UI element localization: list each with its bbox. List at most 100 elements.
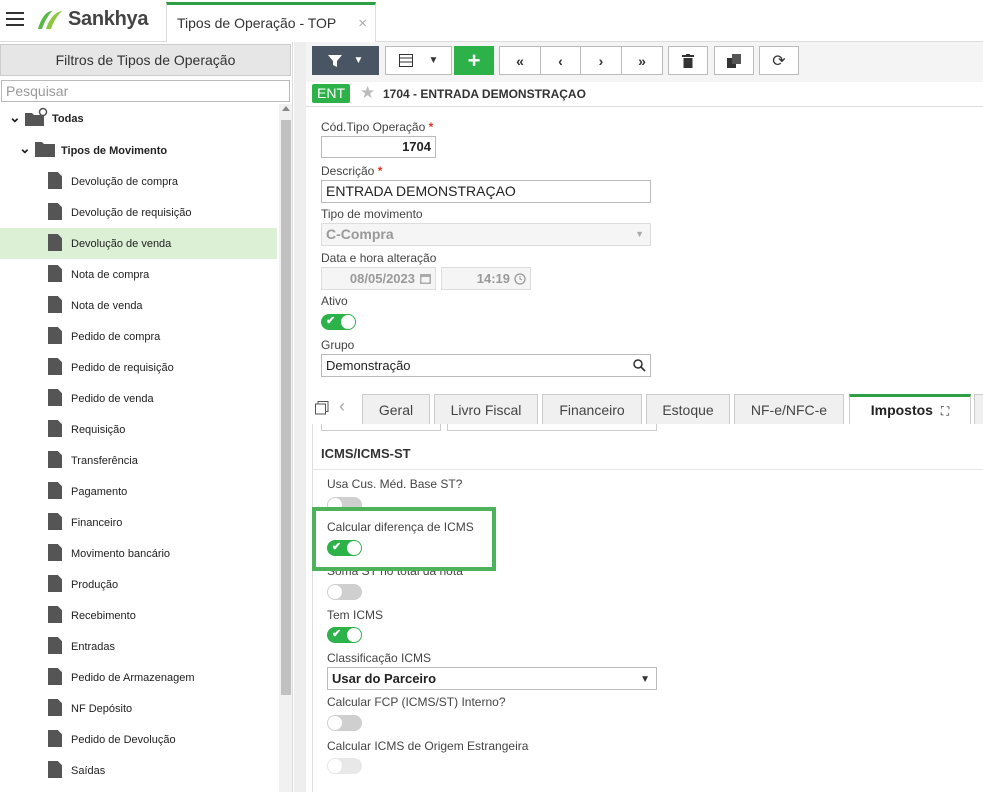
tab-estoque[interactable]: Estoque bbox=[646, 394, 730, 424]
filter-panel: Filtros de Tipos de Operação ⌄ Todas ⌄ T… bbox=[0, 42, 293, 792]
tree-item[interactable]: Movimento bancário bbox=[0, 538, 277, 569]
double-chevron-right-icon: » bbox=[638, 52, 646, 69]
tab-next-partial[interactable] bbox=[974, 394, 983, 424]
tree-item[interactable]: Pedido de requisição bbox=[0, 352, 277, 383]
panel-splitter[interactable] bbox=[294, 42, 306, 792]
calcular-dif-toggle[interactable]: ✔ bbox=[327, 540, 362, 556]
clipped-field bbox=[321, 424, 441, 431]
tree-node-tipos-movimento[interactable]: ⌄ Tipos de Movimento bbox=[0, 135, 277, 166]
previous-record-button[interactable]: ‹ bbox=[540, 46, 581, 75]
document-icon bbox=[48, 761, 62, 778]
tree-item-label: Requisição bbox=[71, 424, 126, 436]
tree-item[interactable]: Pedido de Devolução bbox=[0, 724, 277, 755]
tree-item-label: Pedido de compra bbox=[71, 331, 161, 343]
copy-icon bbox=[727, 53, 741, 68]
close-icon[interactable]: × bbox=[358, 15, 367, 32]
grupo-input[interactable]: Demonstração bbox=[321, 354, 651, 377]
brand-name: Sankhya bbox=[68, 8, 149, 30]
tab-impostos[interactable]: Impostos ⛶ bbox=[849, 394, 971, 424]
desc-label-text: Descrição bbox=[321, 164, 375, 178]
classificacao-select[interactable]: Usar do Parceiro ▼ bbox=[327, 667, 657, 690]
tab-nfe-nfce[interactable]: NF-e/NFC-e bbox=[734, 394, 844, 424]
expand-icon[interactable]: ⛶ bbox=[941, 404, 949, 418]
search-icon[interactable] bbox=[633, 359, 646, 372]
tree-item[interactable]: NF Depósito bbox=[0, 693, 277, 724]
document-icon bbox=[48, 327, 62, 344]
tree-item[interactable]: Nota de venda bbox=[0, 290, 277, 321]
delete-button[interactable] bbox=[668, 46, 708, 75]
document-icon bbox=[48, 699, 62, 716]
tab-financeiro[interactable]: Financeiro bbox=[542, 394, 642, 424]
icms-origem-toggle[interactable] bbox=[327, 758, 362, 774]
tree-item[interactable]: Pedido de venda bbox=[0, 383, 277, 414]
last-record-button[interactable]: » bbox=[621, 46, 663, 75]
tree-item-label: Saídas bbox=[71, 765, 106, 777]
tree-item[interactable]: Devolução de compra bbox=[0, 166, 277, 197]
star-icon[interactable]: ★ bbox=[360, 83, 375, 103]
tab-tipos-operacao[interactable]: Tipos de Operação - TOP × bbox=[166, 2, 376, 42]
refresh-button[interactable]: ⟳ bbox=[759, 46, 799, 75]
soma-st-toggle[interactable] bbox=[327, 584, 362, 600]
caret-down-icon: ▼ bbox=[353, 55, 364, 66]
sankhya-logo-icon bbox=[38, 10, 62, 29]
tree-item[interactable]: Devolução de requisição bbox=[0, 197, 277, 228]
grupo-value: Demonstração bbox=[326, 358, 411, 373]
tab-livro-fiscal[interactable]: Livro Fiscal bbox=[434, 394, 538, 424]
chevron-down-icon[interactable]: ⌄ bbox=[9, 109, 21, 126]
tree-item[interactable]: Devolução de venda bbox=[0, 228, 277, 259]
search-input[interactable] bbox=[1, 80, 290, 102]
window-icon[interactable] bbox=[315, 401, 329, 415]
document-icon bbox=[48, 575, 62, 592]
tree-item[interactable]: Entradas bbox=[0, 631, 277, 662]
tree-item[interactable]: Pedido de Armazenagem bbox=[0, 662, 277, 693]
add-button[interactable]: + bbox=[454, 46, 494, 75]
duplicate-button[interactable] bbox=[714, 46, 754, 75]
tree-item[interactable]: Requisição bbox=[0, 414, 277, 445]
chevron-left-icon[interactable]: ‹ bbox=[339, 396, 345, 417]
tree-item-label: Pedido de requisição bbox=[71, 362, 174, 374]
time-input[interactable]: 14:19 bbox=[441, 267, 531, 290]
tree-item[interactable]: Saídas bbox=[0, 755, 277, 786]
tree-item[interactable]: Pedido de compra bbox=[0, 321, 277, 352]
first-record-button[interactable]: « bbox=[499, 46, 541, 75]
tree-item[interactable]: Pagamento bbox=[0, 476, 277, 507]
document-icon bbox=[48, 668, 62, 685]
document-icon bbox=[48, 606, 62, 623]
icms-origem-label: Calcular ICMS de Origem Estrangeira bbox=[327, 739, 529, 753]
ativo-toggle[interactable]: ✔ bbox=[321, 314, 356, 330]
tree-item[interactable]: Recebimento bbox=[0, 600, 277, 631]
grid-view-button[interactable]: ▼ bbox=[385, 46, 452, 75]
ativo-label: Ativo bbox=[321, 294, 348, 308]
detail-panel: ▼ ▼ + « ‹ › » ⟳ ENT ★ 1704 - ENTRADA DEM… bbox=[306, 42, 983, 792]
tree-item[interactable]: Nota de compra bbox=[0, 259, 277, 290]
tree-node-todas[interactable]: ⌄ Todas bbox=[0, 104, 277, 135]
tree-item-label: Devolução de venda bbox=[71, 238, 172, 250]
tree-label-todas: Todas bbox=[52, 113, 84, 125]
tab-title: Tipos de Operação - TOP bbox=[177, 15, 337, 31]
chevron-down-icon[interactable]: ⌄ bbox=[19, 140, 31, 157]
next-record-button[interactable]: › bbox=[580, 46, 622, 75]
tree-scrollbar-thumb[interactable] bbox=[281, 120, 291, 695]
plus-icon: + bbox=[467, 47, 481, 73]
tree-item-label: Pedido de Armazenagem bbox=[71, 672, 195, 684]
scroll-up-icon[interactable] bbox=[282, 106, 290, 111]
cod-input[interactable]: 1704 bbox=[321, 136, 436, 158]
tree-item[interactable]: Produção bbox=[0, 569, 277, 600]
desc-input[interactable]: ENTRADA DEMONSTRAÇAO bbox=[321, 180, 651, 203]
tab-geral[interactable]: Geral bbox=[362, 394, 430, 424]
tem-icms-toggle[interactable]: ✔ bbox=[327, 627, 362, 643]
folder-settings-icon bbox=[25, 107, 48, 126]
date-input[interactable]: 08/05/2023 bbox=[321, 267, 436, 290]
menu-icon[interactable] bbox=[6, 12, 24, 26]
check-icon: ✔ bbox=[326, 315, 336, 327]
double-chevron-left-icon: « bbox=[516, 52, 524, 69]
tipo-select[interactable]: C-Compra ▼ bbox=[321, 223, 651, 246]
tree-item-label: Pedido de venda bbox=[71, 393, 154, 405]
fcp-toggle[interactable] bbox=[327, 715, 362, 731]
filter-button[interactable]: ▼ bbox=[312, 46, 379, 75]
tree-item[interactable]: Financeiro bbox=[0, 507, 277, 538]
highlight-box bbox=[312, 507, 496, 571]
document-icon bbox=[48, 513, 62, 530]
tree-item-label: Financeiro bbox=[71, 517, 123, 529]
tree-item[interactable]: Transferência bbox=[0, 445, 277, 476]
